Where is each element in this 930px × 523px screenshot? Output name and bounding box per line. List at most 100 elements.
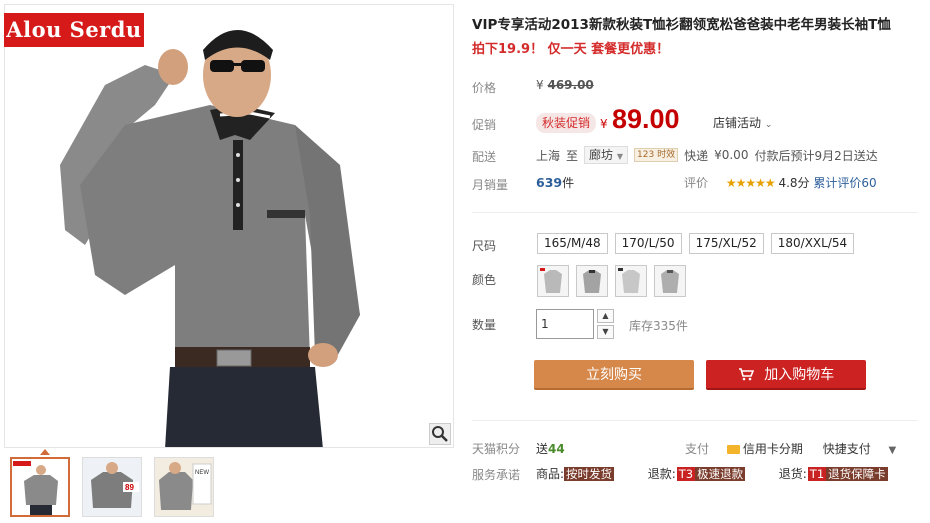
color-swatch-2[interactable] <box>576 265 608 297</box>
size-options: 165/M/48 170/L/50 175/XL/52 180/XXL/54 <box>537 233 855 254</box>
ship-method: 快递 <box>684 148 709 163</box>
review-score: 4.8分 <box>778 176 810 190</box>
shipping-label: 配送 <box>472 150 497 164</box>
ship-from: 上海 <box>536 148 561 163</box>
return-guarantee-badge[interactable]: 退货保障卡 <box>826 467 888 481</box>
promo-badge: 秋装促销 <box>536 113 597 133</box>
promo-price: 89.00 <box>612 104 680 134</box>
thumbnail-3[interactable]: NEW <box>154 457 214 517</box>
size-option[interactable]: 170/L/50 <box>614 233 682 254</box>
promo-currency: ¥ <box>600 117 608 131</box>
zoom-button[interactable] <box>429 423 451 445</box>
product-page: Alou Serdu 89 NEW VIP专享活动2013新款秋装T恤衫翻领宽松… <box>0 0 930 523</box>
cart-icon <box>738 360 754 390</box>
caret-down-icon: ▼ <box>602 327 609 336</box>
ship-to-word: 至 <box>566 148 579 163</box>
thumbnail-3-badge: NEW <box>195 470 209 476</box>
ship-fee: ¥0.00 <box>714 148 749 162</box>
quick-pay[interactable]: 快捷支付 <box>823 442 871 456</box>
points-info: 送44 <box>536 440 565 457</box>
store-activity-label: 店铺活动 <box>713 116 762 130</box>
service-item1-label: 商品: <box>536 467 565 481</box>
shirt-thumbnail-icon <box>583 270 601 293</box>
caret-down-icon: ▼ <box>616 152 624 161</box>
shipping-info: 上海 至 廊坊 ▼ 123 时效 快递 ¥0.00 付款后预计9月2日送达 <box>536 146 878 164</box>
fast-refund-badge[interactable]: 极速退款 <box>695 467 746 481</box>
payment-label: 支付 <box>685 442 710 456</box>
quantity-decrease-button[interactable]: ▼ <box>597 325 614 339</box>
currency-symbol: ¥ <box>536 78 544 92</box>
sales-label: 月销量 <box>472 178 509 192</box>
color-swatch-4[interactable] <box>654 265 686 297</box>
active-thumb-indicator <box>40 449 50 455</box>
stock-text: 库存335件 <box>629 319 688 333</box>
model-photo <box>60 30 360 447</box>
ship-eta: 付款后预计9月2日送达 <box>754 148 878 163</box>
add-to-cart-button[interactable]: 加入购物车 <box>706 360 866 390</box>
main-product-image[interactable] <box>4 4 454 448</box>
thumbnail-image <box>12 459 68 515</box>
review-count-link[interactable]: 累计评价60 <box>813 176 876 190</box>
product-title: VIP专享活动2013新款秋装T恤衫翻领宽松爸爸装中老年男装长袖T恤 <box>472 17 891 33</box>
thumbnail-image: 89 <box>83 458 141 516</box>
add-to-cart-label: 加入购物车 <box>764 367 835 383</box>
sales-count: 639件 <box>536 174 574 191</box>
shirt-thumbnail-icon <box>661 270 679 293</box>
magnifier-icon <box>432 426 448 442</box>
rating-stars-icon: ★★★★★ <box>725 176 776 190</box>
color-options <box>537 265 686 297</box>
price-label: 价格 <box>472 81 497 95</box>
shirt-thumbnail-icon <box>618 268 640 293</box>
chevron-down-icon: ⌄ <box>764 120 773 130</box>
divider <box>472 420 918 421</box>
service-promises: 商品: 按时发货 退款: T3 极速退款 退货: T1 退货保障卡 <box>536 465 888 482</box>
size-option[interactable]: 165/M/48 <box>537 233 608 254</box>
sales-count-value: 639 <box>536 175 563 190</box>
review-summary[interactable]: 评价 ★★★★★ 4.8分 累计评价60 <box>684 174 877 191</box>
brand-label: Alou Serdu <box>4 13 144 47</box>
destination-value: 廊坊 <box>589 148 614 162</box>
promo-label: 促销 <box>472 118 497 132</box>
sales-unit: 件 <box>562 176 575 190</box>
shirt-thumbnail-icon <box>540 268 562 293</box>
size-option[interactable]: 180/XXL/54 <box>770 233 855 254</box>
on-time-delivery-badge[interactable]: 按时发货 <box>564 467 615 481</box>
service-label: 服务承诺 <box>472 468 521 482</box>
color-swatch-1[interactable] <box>537 265 569 297</box>
payment-info: 支付 信用卡分期 快捷支付 ▼ <box>685 440 896 457</box>
credit-card-label: 信用卡分期 <box>742 442 803 456</box>
t3-badge: T3 <box>676 467 696 481</box>
divider <box>472 212 918 213</box>
quantity-increase-button[interactable]: ▲ <box>597 309 614 323</box>
destination-select[interactable]: 廊坊 ▼ <box>584 146 629 164</box>
review-label: 评价 <box>684 176 709 190</box>
credit-card-icon <box>726 445 740 454</box>
size-option[interactable]: 175/XL/52 <box>688 233 764 254</box>
points-value: 44 <box>548 442 565 456</box>
product-gallery: Alou Serdu 89 NEW <box>0 0 456 523</box>
color-label: 颜色 <box>472 273 497 287</box>
product-info-panel: VIP专享活动2013新款秋装T恤衫翻领宽松爸爸装中老年男装长袖T恤 拍下19.… <box>472 0 930 523</box>
points-prefix: 送 <box>536 442 549 456</box>
thumbnail-strip: 89 NEW <box>10 457 214 517</box>
credit-card-installment[interactable]: 信用卡分期 <box>726 442 803 456</box>
store-activity-dropdown[interactable]: 店铺活动 ⌄ <box>713 114 772 131</box>
service-item2-label: 退款: <box>647 467 676 481</box>
product-subtitle: 拍下19.9！ 仅一天 套餐更优惠！ <box>472 42 670 57</box>
t1-badge: T1 <box>807 467 827 481</box>
size-label: 尺码 <box>472 239 497 253</box>
thumbnail-image: NEW <box>155 458 213 516</box>
color-swatch-3[interactable] <box>615 265 647 297</box>
thumbnail-1[interactable] <box>10 457 70 517</box>
points-label: 天猫积分 <box>472 442 521 456</box>
quantity-label: 数量 <box>472 318 497 332</box>
caret-up-icon: ▲ <box>602 311 609 320</box>
thumbnail-2[interactable]: 89 <box>82 457 142 517</box>
original-price: ¥ 469.00 <box>536 78 594 92</box>
quantity-input[interactable]: 1 <box>536 309 594 339</box>
service-item3-label: 退货: <box>778 467 807 481</box>
timeliness-tag: 123 时效 <box>634 148 679 162</box>
thumbnail-2-badge: 89 <box>125 483 134 492</box>
buy-now-button[interactable]: 立刻购买 <box>534 360 694 390</box>
payment-expand-icon[interactable]: ▼ <box>889 445 897 456</box>
